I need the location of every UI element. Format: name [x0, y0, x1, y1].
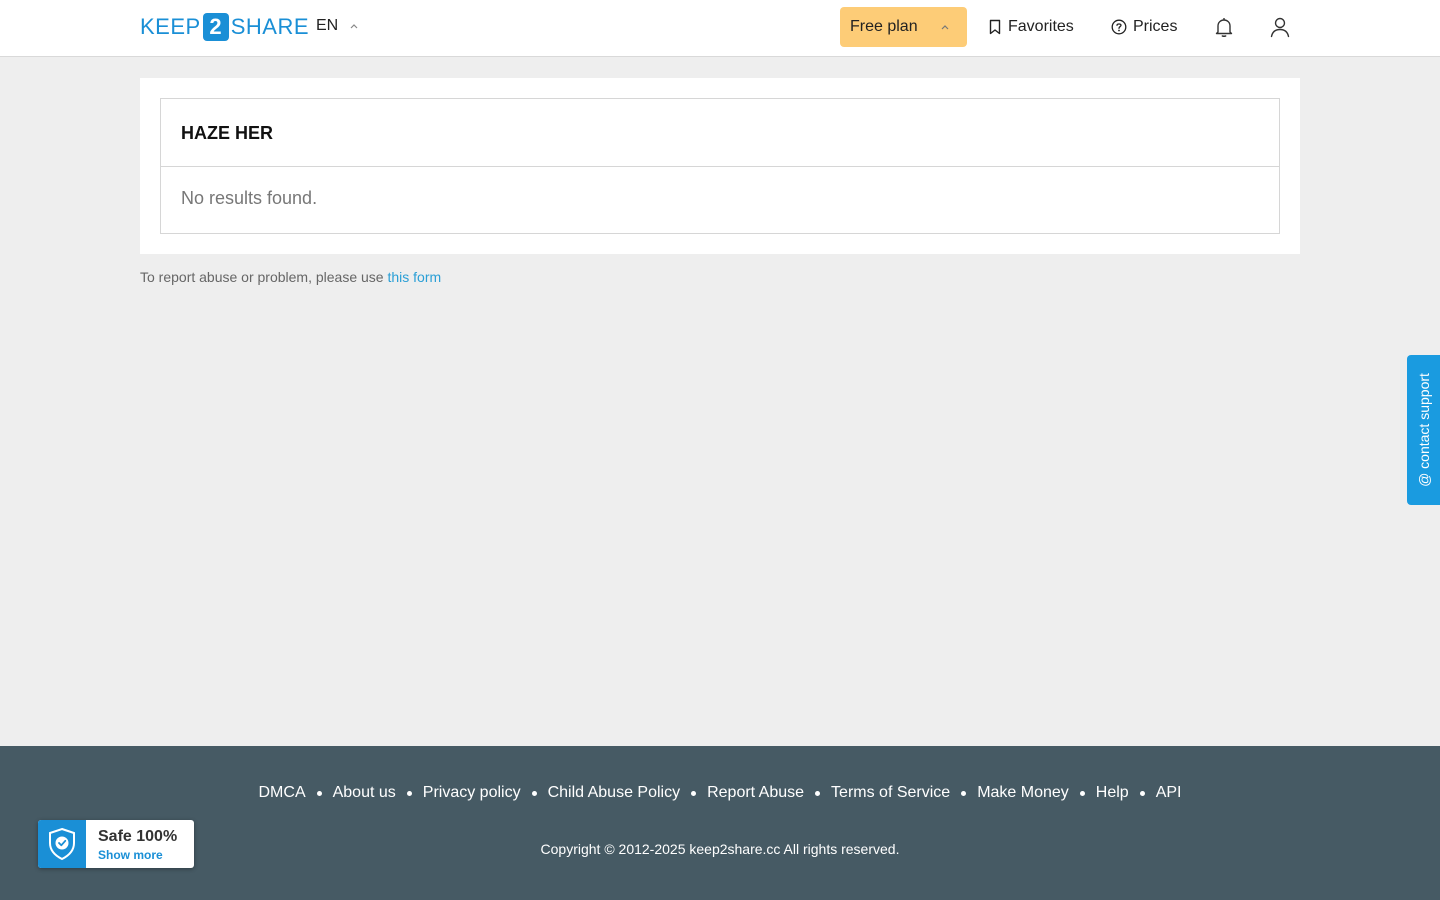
plan-label: Free plan	[850, 18, 918, 35]
prices-label: Prices	[1133, 18, 1178, 35]
footer-link-privacy-policy[interactable]: Privacy policy	[423, 784, 521, 802]
search-title: HAZE HER	[161, 99, 1279, 167]
free-plan-button[interactable]: Free plan	[840, 7, 967, 47]
footer-separator-dot	[961, 790, 967, 796]
copyright: Copyright © 2012-2025 keep2share.cc All …	[540, 841, 900, 857]
footer-separator-dot	[316, 790, 322, 796]
bookmark-icon	[989, 19, 1001, 35]
keep2share-logo[interactable]: KEEP 2 SHARE	[140, 13, 309, 41]
logo-number: 2	[202, 13, 229, 41]
safe-badge[interactable]: Safe 100% Show more	[38, 820, 194, 868]
footer-link-report-abuse[interactable]: Report Abuse	[707, 784, 804, 802]
footer-separator-dot	[815, 790, 821, 796]
help-circle-icon	[1111, 19, 1127, 35]
language-selector[interactable]: EN	[316, 17, 360, 35]
favorites-label: Favorites	[1008, 18, 1074, 35]
user-icon	[1270, 17, 1290, 38]
language-label: EN	[316, 17, 339, 34]
bell-icon	[1215, 18, 1233, 37]
footer-link-terms-of-service[interactable]: Terms of Service	[831, 784, 950, 802]
footer-link-api[interactable]: API	[1156, 784, 1182, 802]
footer-link-about-us[interactable]: About us	[333, 784, 396, 802]
show-more-link[interactable]: Show more	[98, 848, 163, 862]
logo-text-keep: KEEP	[140, 14, 201, 39]
footer-separator-dot	[1139, 790, 1145, 796]
footer-separator-dot	[691, 790, 697, 796]
report-text: To report abuse or problem, please use	[140, 269, 384, 285]
favorites-link[interactable]: Favorites	[988, 18, 1074, 36]
notifications-button[interactable]	[1212, 15, 1236, 39]
report-form-link[interactable]: this form	[387, 269, 441, 285]
footer-link-help[interactable]: Help	[1096, 784, 1129, 802]
contact-support-label: @ contact support	[1415, 373, 1432, 487]
report-abuse-note: To report abuse or problem, please use t…	[140, 269, 441, 285]
chevron-up-icon	[350, 24, 358, 29]
footer-links: DMCA About us Privacy policy Child Abuse Po…	[0, 784, 1440, 802]
safe-title: Safe 100%	[98, 828, 178, 845]
account-button[interactable]	[1268, 15, 1292, 39]
footer: DMCA About us Privacy policy Child Abuse Po…	[0, 746, 1440, 900]
chevron-up-icon	[941, 25, 949, 30]
results-card: HAZE HER No results found.	[140, 78, 1300, 254]
shield-check-icon	[49, 827, 75, 861]
footer-separator-dot	[531, 790, 537, 796]
footer-link-dmca[interactable]: DMCA	[259, 784, 306, 802]
prices-link[interactable]: Prices	[1111, 18, 1177, 36]
shield-box	[38, 820, 86, 868]
footer-link-child-abuse-policy[interactable]: Child Abuse Policy	[548, 784, 681, 802]
logo-text-share: SHARE	[230, 14, 309, 39]
top-header: KEEP 2 SHARE EN Free plan Favorites Prices	[0, 0, 1440, 57]
footer-link-make-money[interactable]: Make Money	[977, 784, 1069, 802]
footer-separator-dot	[406, 790, 412, 796]
contact-support-tab[interactable]: @ contact support	[1407, 355, 1440, 505]
no-results-message: No results found.	[181, 188, 318, 208]
results-panel: HAZE HER No results found.	[160, 98, 1280, 234]
footer-separator-dot	[1079, 790, 1085, 796]
